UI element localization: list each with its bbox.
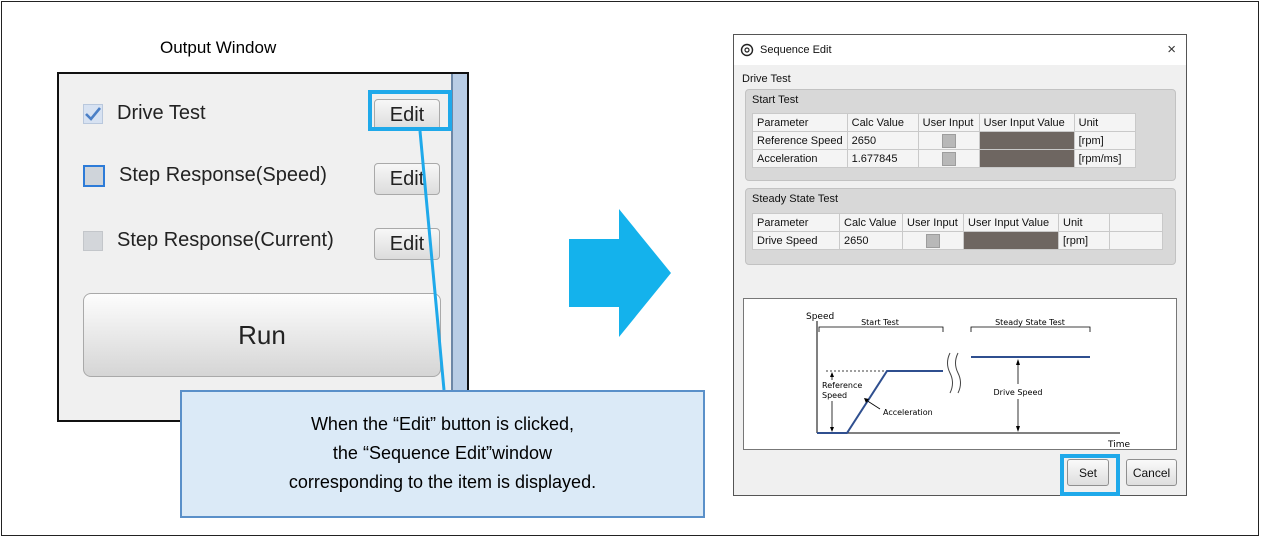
unit-cell: [rpm]	[1073, 131, 1136, 150]
callout-line-3: corresponding to the item is displayed.	[288, 472, 597, 492]
user-input-value-field[interactable]	[978, 131, 1075, 150]
cancel-button[interactable]: Cancel	[1126, 459, 1177, 486]
close-icon[interactable]: ×	[1167, 41, 1176, 58]
time-axis-label: Time	[1107, 440, 1130, 449]
callout-box: When the “Edit” button is clicked, the “…	[180, 390, 705, 518]
table-row: Reference Speed 2650 [rpm]	[752, 131, 1136, 150]
table-row: Drive Speed 2650 [rpm]	[752, 231, 1163, 250]
user-input-value-field[interactable]	[978, 149, 1075, 168]
drive-test-section-label: Drive Test	[742, 73, 791, 85]
col-calc-value: Calc Value	[846, 113, 919, 132]
start-test-group: Start Test Parameter Calc Value User Inp…	[745, 89, 1176, 181]
calc-cell: 2650	[846, 131, 919, 150]
sequence-edit-dialog: Sequence Edit × Drive Test Start Test Pa…	[733, 34, 1187, 496]
col-unit: Unit	[1058, 213, 1110, 232]
col-calc-value: Calc Value	[839, 213, 903, 232]
steady-state-table: Parameter Calc Value User Input User Inp…	[752, 213, 1163, 250]
param-cell: Drive Speed	[752, 231, 840, 250]
gear-icon	[740, 43, 754, 57]
right-arrow-icon	[569, 209, 671, 337]
reference-label: Reference	[822, 381, 862, 390]
steady-state-header: Steady State Test	[752, 193, 839, 205]
table-header-row: Parameter Calc Value User Input User Inp…	[752, 213, 1163, 232]
calc-cell: 1.677845	[846, 149, 919, 168]
unit-cell: [rpm/ms]	[1073, 149, 1136, 168]
empty-cell	[1109, 231, 1163, 250]
callout-line-1: When the “Edit” button is clicked,	[310, 414, 575, 434]
col-user-input: User Input	[917, 113, 980, 132]
start-test-span-label: Start Test	[861, 318, 899, 327]
calc-cell: 2650	[839, 231, 903, 250]
start-test-header: Start Test	[752, 94, 799, 106]
col-user-input-value: User Input Value	[978, 113, 1075, 132]
sequence-graph-svg: Speed Start Test Steady State Test Refer…	[806, 312, 1130, 450]
col-user-input-value: User Input Value	[963, 213, 1059, 232]
col-parameter: Parameter	[752, 113, 848, 132]
col-unit: Unit	[1073, 113, 1136, 132]
table-header-row: Parameter Calc Value User Input User Inp…	[752, 113, 1136, 132]
col-parameter: Parameter	[752, 213, 840, 232]
speed-label: Speed	[822, 391, 847, 400]
acceleration-label: Acceleration	[883, 408, 933, 417]
param-cell: Reference Speed	[752, 131, 848, 150]
dialog-title: Sequence Edit	[760, 44, 832, 56]
user-input-value-field[interactable]	[963, 231, 1059, 250]
dialog-titlebar: Sequence Edit ×	[734, 35, 1186, 65]
speed-axis-label: Speed	[806, 312, 834, 322]
set-highlight-box	[1060, 454, 1120, 496]
user-input-checkbox[interactable]	[926, 233, 940, 248]
user-input-checkbox[interactable]	[941, 133, 956, 148]
param-cell: Acceleration	[752, 149, 848, 168]
table-row: Acceleration 1.677845 [rpm/ms]	[752, 149, 1136, 168]
start-test-table: Parameter Calc Value User Input User Inp…	[752, 113, 1136, 168]
drive-speed-label: Drive Speed	[994, 388, 1043, 397]
sequence-graph: Speed Start Test Steady State Test Refer…	[743, 298, 1177, 450]
steady-state-group: Steady State Test Parameter Calc Value U…	[745, 188, 1176, 265]
empty-col	[1109, 213, 1163, 232]
callout-line-2: the “Sequence Edit”window	[332, 443, 553, 463]
user-input-checkbox[interactable]	[941, 151, 956, 166]
steady-state-span-label: Steady State Test	[995, 318, 1065, 327]
col-user-input: User Input	[902, 213, 964, 232]
unit-cell: [rpm]	[1058, 231, 1110, 250]
